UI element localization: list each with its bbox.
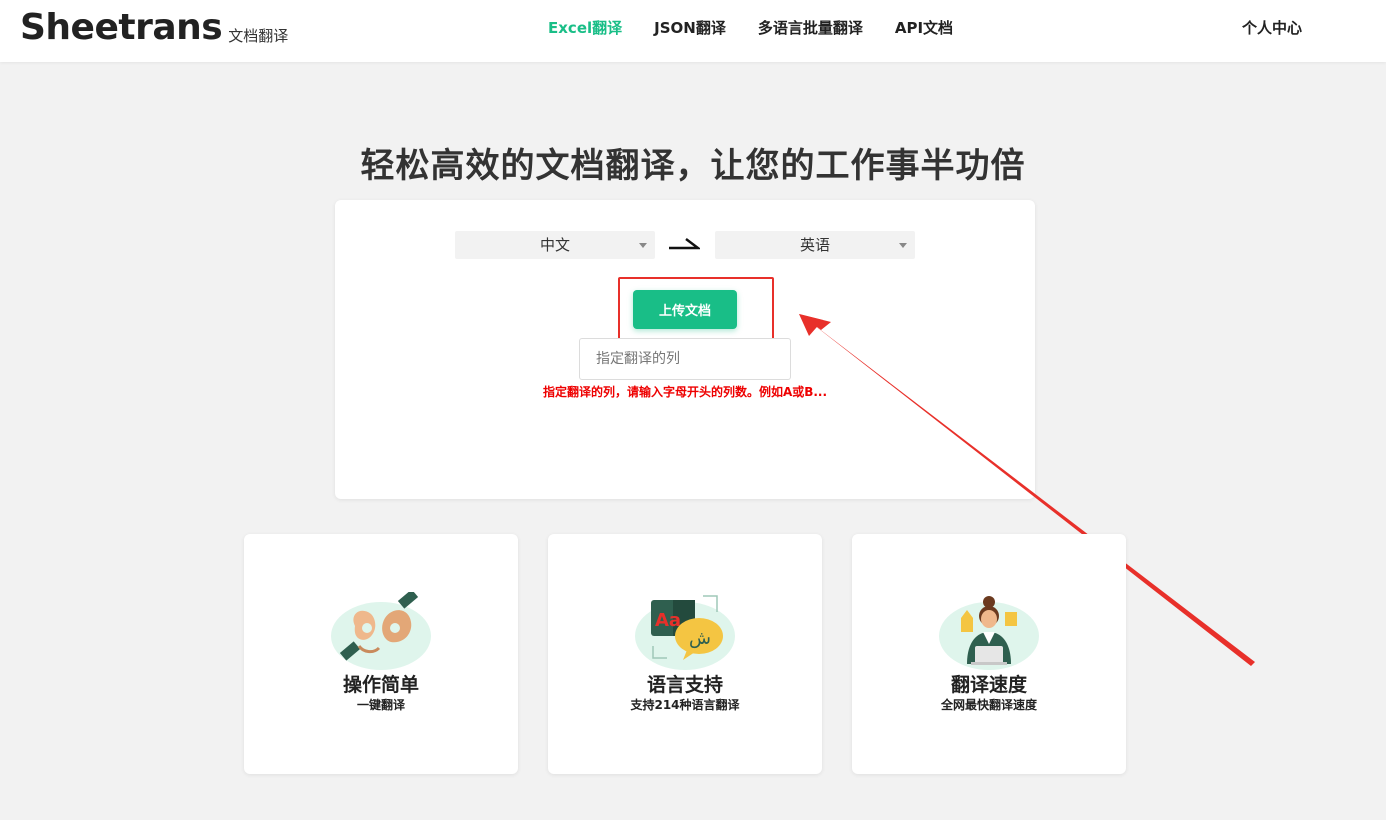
feature-desc: 全网最快翻译速度: [940, 698, 1037, 712]
target-language-select[interactable]: 英语: [715, 231, 915, 259]
upload-document-button[interactable]: 上传文档: [633, 290, 737, 329]
brand-logo[interactable]: Sheetrans 文档翻译: [20, 6, 288, 50]
nav-batch-translate[interactable]: 多语言批量翻译: [758, 17, 863, 38]
target-language-value: 英语: [799, 236, 830, 254]
brand-name: Sheetrans: [20, 7, 223, 48]
column-hint-text: 指定翻译的列，请输入字母开头的列数。例如A或B...: [542, 385, 828, 399]
direction-arrow-icon: [669, 238, 700, 250]
nav-user-center[interactable]: 个人中心: [1242, 17, 1302, 38]
svg-text:ش: ش: [689, 628, 711, 649]
main-nav: Excel翻译 JSON翻译 多语言批量翻译 API文档: [548, 17, 985, 38]
feature-card-languages: Aa ش 语言支持 支持214种语言翻译: [548, 534, 822, 774]
page-headline: 轻松高效的文档翻译，让您的工作事半功倍: [360, 146, 1026, 186]
chevron-down-icon: [899, 243, 907, 248]
feature-title: 操作简单: [342, 674, 419, 696]
column-input[interactable]: [579, 338, 791, 380]
source-language-select[interactable]: 中文: [455, 231, 655, 259]
nav-api-docs[interactable]: API文档: [895, 17, 953, 38]
nav-excel-translate[interactable]: Excel翻译: [548, 17, 622, 38]
chevron-down-icon: [639, 243, 647, 248]
translate-panel: 中文 英语 上传文档 指定翻译的列，请输入字母开头的列数。例如A或B...: [335, 200, 1035, 499]
nav-json-translate[interactable]: JSON翻译: [654, 17, 726, 38]
svg-text:Aa: Aa: [655, 610, 681, 631]
ok-hand-gesture-icon: [331, 592, 431, 670]
source-language-value: 中文: [539, 236, 570, 254]
brand-subtitle: 文档翻译: [228, 27, 289, 45]
translate-bubbles-icon: Aa ش: [635, 595, 735, 670]
feature-title: 语言支持: [646, 674, 723, 696]
top-navigation-bar: Sheetrans 文档翻译 Excel翻译 JSON翻译 多语言批量翻译 AP…: [0, 0, 1386, 62]
translator-person-icon: [939, 596, 1039, 670]
feature-title: 翻译速度: [950, 674, 1027, 696]
feature-card-easy: 操作简单 一键翻译: [244, 534, 518, 774]
feature-card-speed: 翻译速度 全网最快翻译速度: [852, 534, 1126, 774]
feature-desc: 一键翻译: [356, 698, 405, 712]
feature-desc: 支持214种语言翻译: [630, 698, 740, 712]
